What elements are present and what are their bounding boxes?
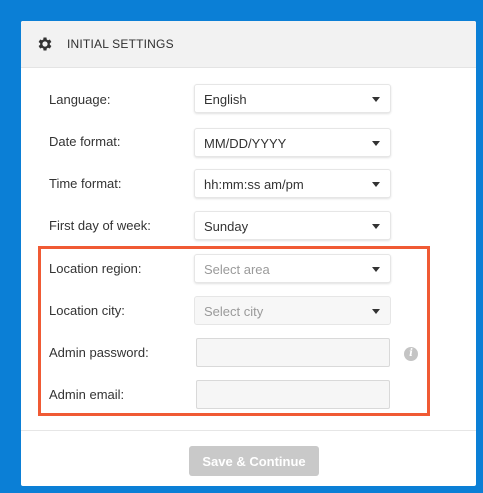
location-region-label: Location region: — [49, 261, 142, 276]
time-format-label: Time format: — [49, 176, 122, 191]
language-value: English — [204, 92, 247, 107]
date-format-label: Date format: — [49, 134, 121, 149]
location-region-placeholder: Select area — [204, 262, 270, 277]
location-city-placeholder: Select city — [204, 304, 264, 319]
initial-settings-panel: INITIAL SETTINGS Language: English Date … — [21, 21, 476, 486]
info-icon[interactable]: i — [404, 347, 418, 361]
caret-down-icon — [372, 309, 380, 314]
admin-password-input[interactable] — [196, 338, 390, 367]
time-format-select[interactable]: hh:mm:ss am/pm — [194, 169, 391, 198]
time-format-value: hh:mm:ss am/pm — [204, 177, 304, 192]
date-format-value: MM/DD/YYYY — [204, 136, 287, 151]
caret-down-icon — [372, 97, 380, 102]
first-day-label: First day of week: — [49, 218, 151, 233]
caret-down-icon — [372, 141, 380, 146]
first-day-value: Sunday — [204, 219, 249, 234]
caret-down-icon — [372, 182, 380, 187]
caret-down-icon — [372, 267, 380, 272]
location-city-label: Location city: — [49, 303, 125, 318]
caret-down-icon — [372, 224, 380, 229]
location-city-select[interactable]: Select city — [194, 296, 391, 325]
save-continue-button[interactable]: Save & Continue — [189, 446, 319, 476]
language-select[interactable]: English — [194, 84, 391, 113]
admin-email-label: Admin email: — [49, 387, 125, 402]
panel-title: INITIAL SETTINGS — [67, 37, 174, 51]
admin-email-input[interactable] — [196, 380, 390, 409]
date-format-select[interactable]: MM/DD/YYYY — [194, 128, 391, 157]
admin-password-label: Admin password: — [49, 345, 149, 360]
footer-divider — [21, 430, 476, 431]
first-day-select[interactable]: Sunday — [194, 211, 391, 240]
language-label: Language: — [49, 92, 111, 107]
panel-header: INITIAL SETTINGS — [21, 21, 476, 68]
gear-icon — [38, 37, 52, 51]
location-region-select[interactable]: Select area — [194, 254, 391, 283]
